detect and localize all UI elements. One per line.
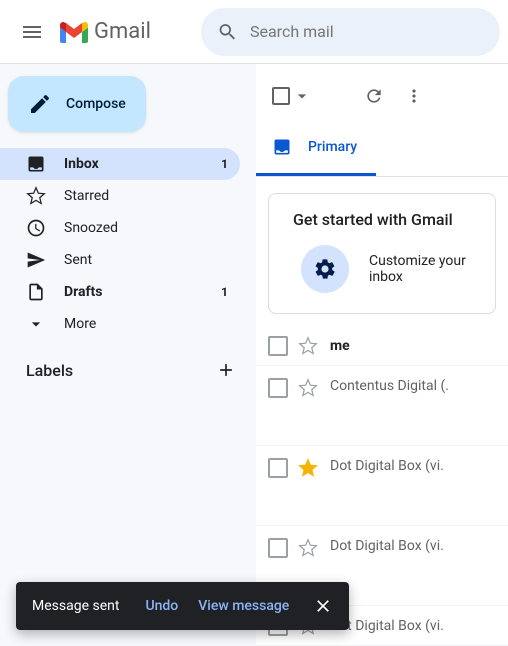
toolbar xyxy=(256,72,508,120)
labels-title: Labels xyxy=(26,361,73,380)
tab-primary-label: Primary xyxy=(308,139,357,155)
dropdown-icon xyxy=(292,86,312,106)
toast-close-button[interactable] xyxy=(305,588,341,624)
mail-sender: Dot Digital Box (vi. xyxy=(330,538,444,554)
star-button[interactable] xyxy=(298,336,318,356)
star-button[interactable] xyxy=(298,458,318,478)
nav-label: More xyxy=(64,316,228,332)
search-icon xyxy=(217,20,238,44)
promo-title: Get started with Gmail xyxy=(293,210,479,229)
star-icon xyxy=(298,336,318,356)
plus-icon[interactable] xyxy=(216,360,236,380)
sidebar-item-more[interactable]: More xyxy=(0,308,240,340)
search-input[interactable] xyxy=(250,22,484,41)
category-tabs: Primary xyxy=(256,120,508,177)
send-icon xyxy=(26,250,46,270)
star-icon xyxy=(298,458,318,478)
gmail-logo-icon xyxy=(60,21,88,43)
star-button[interactable] xyxy=(298,378,318,398)
gear-icon xyxy=(313,257,337,281)
refresh-icon xyxy=(364,86,384,106)
refresh-button[interactable] xyxy=(354,76,394,116)
sidebar-item-sent[interactable]: Sent xyxy=(0,244,240,276)
nav-label: Starred xyxy=(64,188,228,204)
undo-button[interactable]: Undo xyxy=(145,598,178,614)
gmail-logo-text: Gmail xyxy=(94,19,151,44)
gmail-logo[interactable]: Gmail xyxy=(60,19,151,44)
mail-sender: Dot Digital Box (vi. xyxy=(330,458,444,474)
inbox-icon xyxy=(272,137,292,157)
mail-row[interactable]: Contentus Digital (. xyxy=(256,366,508,446)
promo-action-text: Customize your inbox xyxy=(369,253,479,285)
mail-sender: Contentus Digital (. xyxy=(330,378,449,394)
sidebar-item-snoozed[interactable]: Snoozed xyxy=(0,212,240,244)
sidebar: Compose Inbox 1 Starred Snoozed Sent Dra… xyxy=(0,64,256,646)
mail-checkbox[interactable] xyxy=(268,336,288,356)
toast-notification: Message sent Undo View message xyxy=(16,582,349,630)
customize-inbox-button[interactable]: Customize your inbox xyxy=(293,245,479,293)
sidebar-item-drafts[interactable]: Drafts 1 xyxy=(0,276,240,308)
toast-message: Message sent xyxy=(32,598,119,614)
main-panel: Primary Get started with Gmail Customize… xyxy=(256,72,508,646)
file-icon xyxy=(26,282,46,302)
compose-label: Compose xyxy=(66,96,126,112)
star-icon xyxy=(298,378,318,398)
star-button[interactable] xyxy=(298,538,318,558)
nav-count: 1 xyxy=(221,157,228,171)
mail-row[interactable]: Dot Digital Box (vi. xyxy=(256,446,508,526)
sidebar-item-inbox[interactable]: Inbox 1 xyxy=(0,148,240,180)
view-message-button[interactable]: View message xyxy=(198,598,289,614)
hamburger-icon xyxy=(20,20,44,44)
main-menu-button[interactable] xyxy=(8,8,56,56)
mail-checkbox[interactable] xyxy=(268,378,288,398)
nav-label: Inbox xyxy=(64,156,221,172)
close-icon xyxy=(313,596,333,616)
mail-checkbox[interactable] xyxy=(268,538,288,558)
inbox-icon xyxy=(26,154,46,174)
clock-icon xyxy=(26,218,46,238)
nav-label: Snoozed xyxy=(64,220,228,236)
chevron-icon xyxy=(26,314,46,334)
sidebar-item-starred[interactable]: Starred xyxy=(0,180,240,212)
labels-header: Labels xyxy=(0,360,256,380)
mail-sender: me xyxy=(330,338,350,354)
select-all-checkbox[interactable] xyxy=(272,86,312,106)
nav-count: 1 xyxy=(221,285,228,299)
app-header: Gmail xyxy=(0,0,508,64)
mail-checkbox[interactable] xyxy=(268,458,288,478)
star-icon xyxy=(298,538,318,558)
nav-label: Sent xyxy=(64,252,228,268)
compose-button[interactable]: Compose xyxy=(8,76,146,132)
nav-label: Drafts xyxy=(64,284,221,300)
star-icon xyxy=(26,186,46,206)
pencil-icon xyxy=(28,92,52,116)
getting-started-card: Get started with Gmail Customize your in… xyxy=(268,193,496,314)
more-vert-icon xyxy=(404,86,424,106)
search-bar[interactable] xyxy=(201,8,500,56)
more-button[interactable] xyxy=(394,76,434,116)
tab-primary[interactable]: Primary xyxy=(256,120,376,176)
mail-row[interactable]: me xyxy=(256,326,508,366)
